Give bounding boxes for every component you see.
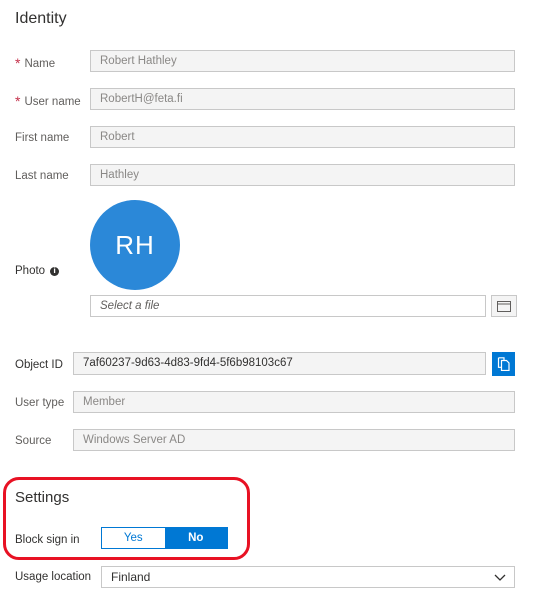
settings-heading: Settings: [15, 489, 70, 506]
block-signin-toggle[interactable]: Yes No: [101, 527, 228, 549]
firstname-label: First name: [15, 132, 70, 144]
copy-icon: [497, 357, 510, 371]
usertype-field: Member: [73, 391, 515, 413]
file-select-input[interactable]: Select a file: [90, 295, 486, 317]
usage-location-label: Usage location: [15, 571, 92, 583]
photo-label: Photo i: [15, 264, 60, 278]
objectid-field: 7af60237-9d63-4d83-9fd4-5f6b98103c67: [73, 352, 486, 375]
lastname-label: Last name: [15, 170, 69, 182]
source-field: Windows Server AD: [73, 429, 515, 451]
chevron-down-icon: [494, 567, 506, 587]
objectid-label: Object ID: [15, 359, 63, 371]
avatar: RH: [90, 200, 180, 290]
folder-icon: [497, 300, 511, 312]
required-marker: *: [15, 55, 21, 71]
identity-heading: Identity: [15, 10, 67, 27]
usage-location-value: Finland: [111, 570, 151, 584]
browse-button[interactable]: [491, 295, 517, 317]
lastname-field: Hathley: [90, 164, 515, 186]
name-field: Robert Hathley: [90, 50, 515, 72]
username-field: RobertH@feta.fi: [90, 88, 515, 110]
block-signin-label: Block sign in: [15, 534, 80, 546]
usage-location-select[interactable]: Finland: [101, 566, 515, 588]
name-label: * Name: [15, 55, 56, 71]
username-label: * User name: [15, 93, 81, 109]
info-icon[interactable]: i: [50, 267, 60, 276]
copy-button[interactable]: [492, 352, 515, 376]
required-marker: *: [15, 93, 21, 109]
firstname-field: Robert: [90, 126, 515, 148]
source-label: Source: [15, 435, 52, 447]
toggle-no[interactable]: No: [164, 528, 227, 548]
toggle-yes[interactable]: Yes: [102, 528, 165, 548]
usertype-label: User type: [15, 397, 65, 409]
